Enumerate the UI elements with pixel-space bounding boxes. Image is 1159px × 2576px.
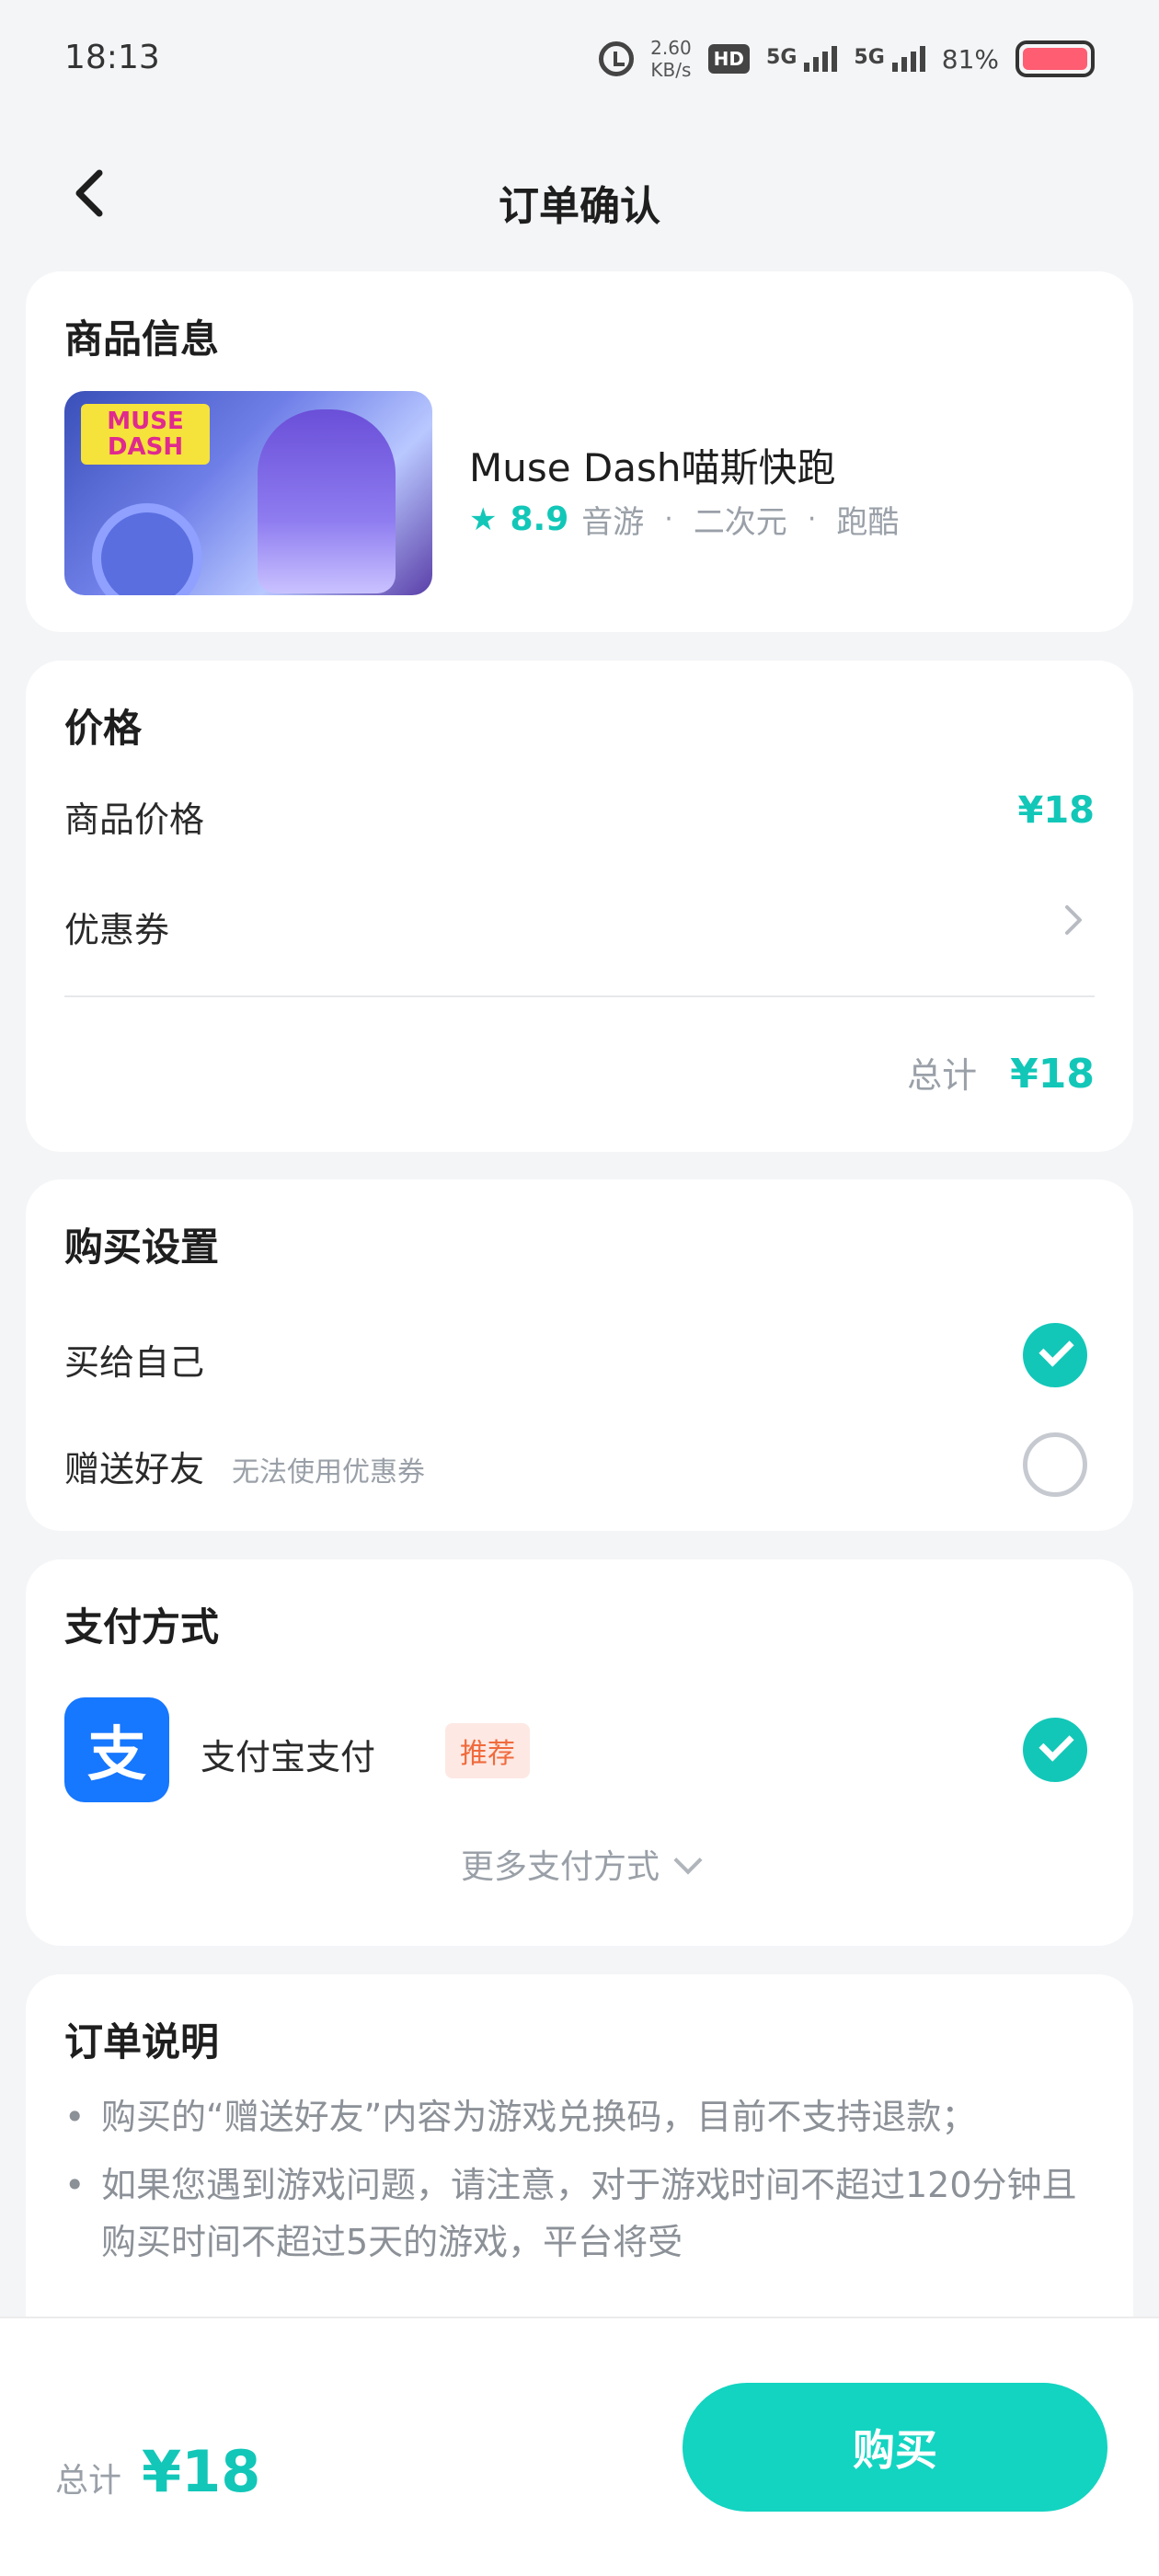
tag-separator: · (807, 503, 817, 535)
bottom-total-label: 总计 (55, 2462, 122, 2500)
buy-button[interactable]: 购买 (683, 2383, 1107, 2512)
battery-icon (1016, 40, 1095, 77)
page-title: 订单确认 (499, 183, 660, 230)
product-tag: 二次元 (693, 504, 787, 541)
more-payment-methods-label: 更多支付方式 (460, 1848, 660, 1886)
signal-bar (804, 63, 810, 72)
product-tag: 音游 (581, 504, 645, 541)
order-note-item: 购买的“赠送好友”内容为游戏兑换码，目前不支持退款； (64, 2088, 1095, 2145)
product-tag: 跑酷 (836, 504, 900, 541)
product-thumbnail[interactable]: MUSE DASH (64, 391, 432, 595)
battery-percent: 81% (941, 43, 999, 75)
signal-bar (901, 57, 907, 72)
price-total-value: ¥18 (1010, 1051, 1095, 1098)
tag-separator: · (664, 503, 673, 535)
section-title-payment: 支付方式 (64, 1604, 220, 1650)
product-price-value: ¥18 (1017, 789, 1096, 832)
alipay-check-icon[interactable] (1023, 1718, 1087, 1782)
order-note-item: 如果您遇到游戏问题，请注意，对于游戏时间不超过120分钟且购买时间不超过5天的游… (64, 2156, 1095, 2271)
signal-bar (891, 63, 898, 72)
bottom-checkout-bar: 总计 ¥18 购买 (0, 2317, 1159, 2576)
signal-label: 5G (854, 46, 885, 69)
product-name: Muse Dash喵斯快跑 (469, 445, 836, 490)
header: 订单确认 (0, 147, 1159, 239)
thumbnail-robot-art (92, 503, 202, 595)
signal-bar (813, 57, 820, 72)
signal-bar (910, 52, 916, 72)
product-meta: ★ 8.9 音游 · 二次元 · 跑酷 (469, 497, 899, 542)
game-logo-line1: MUSE (107, 408, 184, 435)
recommend-badge: 推荐 (445, 1723, 530, 1778)
bottom-total-value: ¥18 (142, 2438, 261, 2505)
status-bar: 18:13 2.60 KB/s HD 5G 5G 81% (0, 0, 1159, 120)
product-info-card: 商品信息 MUSE DASH Muse Dash喵斯快跑 ★ 8.9 音游 · … (26, 271, 1133, 632)
star-icon: ★ (469, 500, 498, 538)
coupon-row[interactable]: 优惠券 (64, 902, 169, 952)
signal-5g-icon: 5G (766, 46, 838, 72)
hd-icon: HD (707, 44, 751, 74)
price-card: 价格 商品价格 ¥18 优惠券 总计 ¥18 (26, 661, 1133, 1152)
payment-method-card: 支付方式 支 支付宝支付 推荐 更多支付方式 (26, 1559, 1133, 1946)
option-buy-for-self[interactable]: 买给自己 (64, 1334, 204, 1385)
alipay-icon: 支 (64, 1697, 169, 1802)
section-title-purchase: 购买设置 (64, 1225, 220, 1270)
battery-fill (1023, 48, 1087, 70)
option-gift-radio-icon[interactable] (1023, 1432, 1087, 1497)
game-logo-line2: DASH (107, 433, 184, 461)
network-speed-unit: KB/s (650, 59, 692, 81)
divider (64, 995, 1095, 997)
price-total-row: 总计 ¥18 (907, 1047, 1095, 1098)
alipay-label[interactable]: 支付宝支付 (201, 1729, 375, 1779)
purchase-settings-card: 购买设置 买给自己 赠送好友 无法使用优惠券 (26, 1179, 1133, 1531)
chevron-down-icon (673, 1846, 703, 1875)
signal-label: 5G (766, 46, 798, 69)
signal-bar (822, 52, 829, 72)
product-price-label: 商品价格 (64, 799, 205, 840)
gift-coupon-note: 无法使用优惠券 (232, 1456, 426, 1489)
order-notes-card: 订单说明 购买的“赠送好友”内容为游戏兑换码，目前不支持退款； 如果您遇到游戏问… (26, 1974, 1133, 2361)
status-time: 18:13 (64, 39, 160, 76)
option-self-check-icon[interactable] (1023, 1323, 1087, 1387)
section-title-price: 价格 (64, 706, 143, 751)
product-rating: 8.9 (510, 500, 569, 538)
status-icons: 2.60 KB/s HD 5G 5G 81% (599, 37, 1095, 81)
option-gift-friend[interactable]: 赠送好友 (64, 1441, 204, 1491)
signal-5g-icon: 5G (854, 46, 925, 72)
option-gift-row[interactable]: 赠送好友 无法使用优惠券 (64, 1441, 425, 1491)
more-payment-methods-button[interactable]: 更多支付方式 (26, 1840, 1133, 1888)
chevron-right-icon[interactable] (1060, 902, 1087, 938)
alarm-icon (599, 41, 635, 76)
network-speed-value: 2.60 (650, 37, 692, 59)
price-total-label: 总计 (907, 1055, 978, 1096)
network-speed: 2.60 KB/s (650, 37, 692, 81)
bottom-total: 总计 ¥18 (55, 2438, 260, 2505)
section-title-notes: 订单说明 (64, 2019, 220, 2064)
signal-bar (832, 46, 838, 72)
game-logo: MUSE DASH (81, 404, 210, 465)
thumbnail-character-art (258, 409, 396, 593)
section-title-product: 商品信息 (64, 316, 220, 362)
order-notes-list: 购买的“赠送好友”内容为游戏兑换码，目前不支持退款； 如果您遇到游戏问题，请注意… (64, 2088, 1095, 2282)
signal-bar (919, 46, 925, 72)
